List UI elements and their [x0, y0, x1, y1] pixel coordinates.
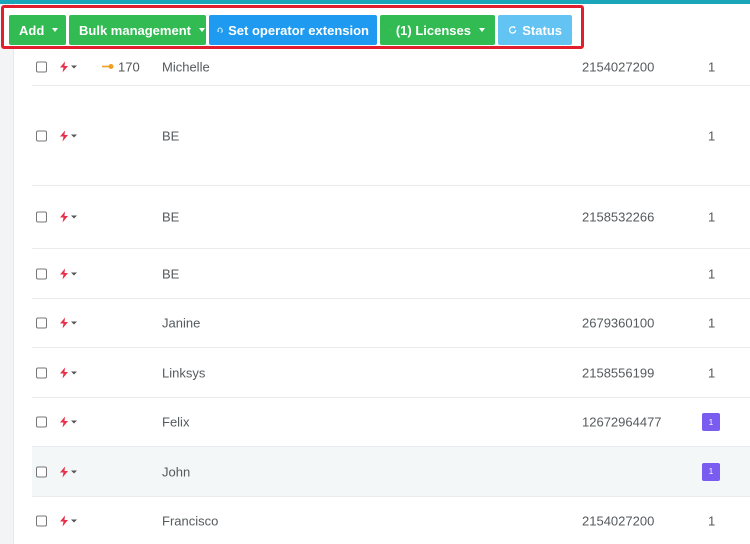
- phone-cell: 2154027200: [582, 59, 655, 74]
- bolt-icon: [60, 268, 68, 279]
- toolbar-highlight-box: Add Bulk management Set operator extensi…: [1, 5, 584, 49]
- count-cell: 1: [708, 315, 716, 331]
- table-row[interactable]: Janine 2679360100 1: [32, 299, 750, 348]
- table-row[interactable]: Linksys 2158556199 1: [32, 348, 750, 398]
- row-actions-dropdown[interactable]: [60, 317, 77, 329]
- bolt-icon: [60, 515, 68, 526]
- count-badge[interactable]: 1: [702, 462, 720, 481]
- bolt-icon: [60, 367, 68, 378]
- name-cell: Felix: [162, 414, 190, 430]
- row-actions-dropdown[interactable]: [60, 367, 77, 378]
- row-checkbox[interactable]: [36, 61, 47, 72]
- bolt-icon: [60, 416, 68, 428]
- row-actions-dropdown[interactable]: [60, 61, 77, 72]
- chevron-down-icon: [198, 28, 205, 32]
- count-cell: 1: [708, 365, 716, 380]
- bulk-management-button[interactable]: Bulk management: [69, 15, 206, 45]
- table-row[interactable]: Francisco 2154027200 1: [32, 497, 750, 544]
- chevron-down-icon: [71, 215, 77, 219]
- count-cell: 1: [708, 209, 716, 225]
- chevron-down-icon: [71, 321, 77, 325]
- row-checkbox[interactable]: [36, 268, 47, 279]
- chevron-down-icon: [71, 519, 77, 522]
- headset-icon: [217, 27, 223, 33]
- phone-cell: 2154027200: [582, 513, 655, 528]
- table-row[interactable]: BE 1: [32, 249, 750, 299]
- chevron-down-icon: [71, 272, 77, 275]
- name-cell: Janine: [162, 315, 201, 331]
- key-icon: [390, 29, 391, 31]
- top-accent-strip: [0, 0, 750, 4]
- chevron-down-icon: [71, 65, 77, 68]
- bolt-icon: [60, 130, 68, 141]
- row-actions-dropdown[interactable]: [60, 268, 77, 279]
- bolt-icon: [60, 211, 68, 223]
- row-checkbox[interactable]: [36, 416, 47, 428]
- bolt-icon: [60, 61, 68, 72]
- table-row[interactable]: BE 1: [32, 86, 750, 186]
- status-button[interactable]: Status: [498, 15, 572, 45]
- count-badge[interactable]: 1: [702, 413, 720, 431]
- row-checkbox[interactable]: [36, 515, 47, 526]
- row-checkbox[interactable]: [36, 130, 47, 141]
- licenses-label: (1) Licenses: [395, 22, 471, 38]
- name-cell: BE: [162, 266, 180, 281]
- bulk-management-label: Bulk management: [79, 22, 191, 38]
- table-row[interactable]: Felix 12672964477 1: [32, 398, 750, 447]
- count-cell: 1: [708, 59, 716, 74]
- chevron-down-icon: [71, 371, 77, 374]
- name-cell: BE: [162, 128, 180, 143]
- name-cell: John: [162, 464, 191, 479]
- bolt-icon: [60, 317, 68, 329]
- chevron-down-icon: [71, 134, 77, 137]
- count-cell: 1: [708, 128, 716, 143]
- row-actions-dropdown[interactable]: [60, 466, 77, 477]
- phone-cell: 12672964477: [582, 414, 662, 430]
- row-checkbox[interactable]: [36, 211, 47, 223]
- row-actions-dropdown[interactable]: [60, 211, 77, 223]
- row-checkbox[interactable]: [36, 466, 47, 477]
- name-cell: Francisco: [162, 513, 219, 528]
- table-row[interactable]: 170 Michelle 2154027200 1: [32, 48, 750, 86]
- name-cell: Michelle: [162, 59, 210, 74]
- table-row[interactable]: John 1: [32, 447, 750, 497]
- row-actions-dropdown[interactable]: [60, 416, 77, 428]
- name-cell: BE: [162, 209, 180, 225]
- status-label: Status: [522, 22, 562, 38]
- extension-cell: 170: [102, 59, 140, 74]
- licenses-button[interactable]: (1) Licenses: [380, 15, 495, 45]
- add-button[interactable]: Add: [9, 15, 66, 45]
- chevron-down-icon: [479, 28, 485, 32]
- count-cell: 1: [708, 513, 716, 528]
- row-checkbox[interactable]: [36, 317, 47, 329]
- table-row[interactable]: BE 2158532266 1: [32, 186, 750, 249]
- left-rail: [0, 4, 14, 544]
- row-checkbox[interactable]: [36, 367, 47, 378]
- row-actions-dropdown[interactable]: [60, 515, 77, 526]
- chevron-down-icon: [71, 420, 77, 424]
- row-actions-dropdown[interactable]: [60, 130, 77, 141]
- extension-number: 170: [118, 59, 140, 74]
- phone-cell: 2158556199: [582, 365, 655, 380]
- count-cell: 1: [708, 266, 716, 281]
- name-cell: Linksys: [162, 365, 206, 380]
- phone-cell: 2679360100: [582, 315, 655, 331]
- chevron-down-icon: [71, 470, 77, 473]
- set-operator-extension-button[interactable]: Set operator extension: [209, 15, 377, 45]
- add-button-label: Add: [19, 22, 45, 38]
- bolt-icon: [60, 466, 68, 477]
- chevron-down-icon: [52, 28, 59, 32]
- phone-cell: 2158532266: [582, 209, 655, 225]
- refresh-icon: [508, 25, 517, 34]
- key-icon: [102, 64, 114, 69]
- set-operator-extension-label: Set operator extension: [228, 22, 369, 38]
